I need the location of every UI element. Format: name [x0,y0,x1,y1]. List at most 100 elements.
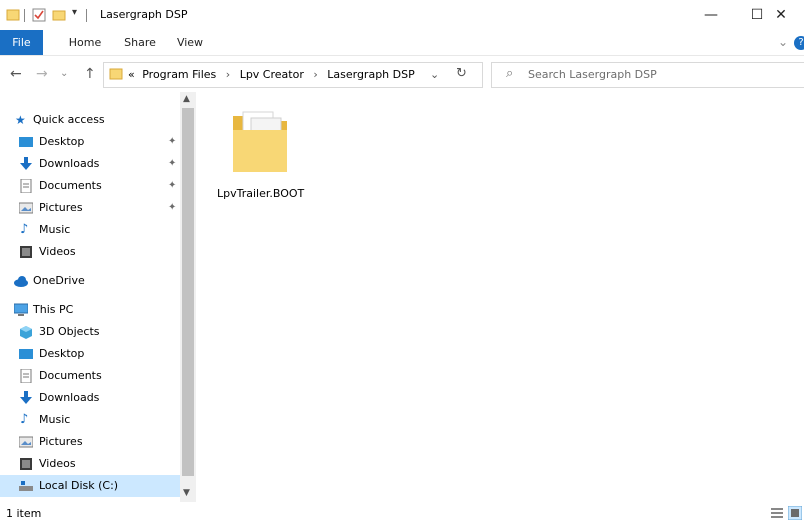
tab-share[interactable]: Share [118,30,162,55]
sidebar-item-downloads[interactable]: Downloads [0,387,180,409]
large-icons-view-icon[interactable] [788,506,802,520]
sidebar-item-label: Desktop [39,347,85,360]
details-view-icon[interactable] [770,506,784,520]
address-row: ← → ⌄ ↑ « Program Files › Lpv Creator › … [0,56,804,92]
separator [86,9,87,22]
sidebar-item-label: Music [39,413,71,426]
document-icon [20,179,32,193]
folder-item[interactable]: LpvTrailer.BOOT [217,106,304,206]
sidebar-item-label: Music [39,223,71,236]
tab-view[interactable]: View [168,30,212,55]
sidebar-item-3d-objects[interactable]: 3D Objects [0,321,180,343]
sidebar-item-label: Local Disk (C:) [39,479,119,492]
sidebar-item-desktop[interactable]: Desktop [0,343,180,365]
music-icon: ♪ [20,222,29,237]
search-icon: ⌕ [506,66,514,81]
status-bar: 1 item [0,502,804,524]
pin-icon: ✦ [168,202,177,213]
document-icon [20,369,32,383]
search-placeholder: Search Lasergraph DSP [528,68,657,81]
pictures-icon [19,202,33,214]
sidebar-item-desktop[interactable]: Desktop ✦ [0,131,180,153]
download-icon [20,391,32,404]
download-icon [20,157,32,170]
sidebar-item-label: OneDrive [33,274,85,287]
navigation-pane: ★ Quick access Desktop ✦ Downloads ✦ Doc… [0,92,196,502]
folder-icon [6,9,20,21]
sidebar-item-label: This PC [33,303,74,316]
sidebar-item-videos[interactable]: Videos [0,241,180,263]
chevron-right-icon[interactable]: › [313,68,317,81]
sidebar-item-pictures[interactable]: Pictures [0,431,180,453]
sidebar-item-label: Pictures [39,435,83,448]
chevron-right-icon[interactable]: › [226,68,230,81]
tab-file[interactable]: File [0,30,43,55]
desktop-icon [19,349,33,359]
quick-access-dropdown[interactable]: ▾ [72,7,77,18]
ribbon-tabs: File Home Share View ⌄ ? [0,30,804,56]
separator [24,9,25,22]
help-icon[interactable]: ? [794,36,804,50]
videos-icon [20,246,32,258]
desktop-icon [19,137,33,147]
scrollbar-thumb[interactable] [182,108,194,476]
back-button[interactable]: ← [10,66,22,82]
sidebar-item-pictures[interactable]: Pictures ✦ [0,197,180,219]
sidebar-item-quick-access[interactable]: ★ Quick access [0,109,180,131]
cube-icon [20,326,32,339]
computer-icon [14,303,28,316]
sidebar-item-this-pc[interactable]: This PC [0,299,180,321]
sidebar-item-downloads[interactable]: Downloads ✦ [0,153,180,175]
sidebar-item-label: Documents [39,179,102,192]
cloud-icon [14,276,28,287]
sidebar-item-documents[interactable]: Documents ✦ [0,175,180,197]
address-dropdown[interactable]: ⌄ [430,68,439,81]
minimize-button[interactable]: — [688,0,734,30]
breadcrumb-program-files[interactable]: Program Files [142,68,216,81]
pin-icon: ✦ [168,136,177,147]
star-icon: ★ [15,113,26,127]
item-count: 1 item [6,507,42,520]
sidebar-item-documents[interactable]: Documents [0,365,180,387]
address-bar[interactable]: « Program Files › Lpv Creator › Lasergra… [103,62,483,88]
sidebar-item-label: Pictures [39,201,83,214]
sidebar-item-label: Videos [39,245,76,258]
forward-button[interactable]: → [36,66,48,82]
folder-icon [233,111,287,172]
tab-home[interactable]: Home [63,30,107,55]
sidebar-item-label: Downloads [39,157,100,170]
close-button[interactable]: ✕ [758,0,804,30]
sidebar-item-label: Documents [39,369,102,382]
scroll-up-icon[interactable]: ▲ [183,94,190,104]
title-bar: ▾ Lasergraph DSP — ☐ ✕ [0,0,804,30]
sidebar-item-music[interactable]: ♪ Music [0,409,180,431]
pin-icon: ✦ [168,158,177,169]
sidebar-scrollbar[interactable]: ▲ ▼ [180,92,196,502]
pin-icon: ✦ [168,180,177,191]
drive-icon [19,481,33,491]
music-icon: ♪ [20,412,29,427]
search-input[interactable]: ⌕ Search Lasergraph DSP [491,62,804,88]
ribbon-expand-icon[interactable]: ⌄ [778,35,788,49]
breadcrumb: « Program Files › Lpv Creator › Lasergra… [128,63,415,87]
sidebar-item-music[interactable]: ♪ Music [0,219,180,241]
new-folder-icon[interactable] [52,8,66,22]
sidebar-item-label: Videos [39,457,76,470]
sidebar-item-label: Desktop [39,135,85,148]
sidebar-item-onedrive[interactable]: OneDrive [0,270,180,292]
up-button[interactable]: ↑ [84,66,96,82]
file-list: LpvTrailer.BOOT [197,92,804,502]
refresh-button[interactable]: ↻ [456,66,467,81]
recent-locations-dropdown[interactable]: ⌄ [60,68,68,79]
properties-icon[interactable] [32,8,46,22]
pictures-icon [19,436,33,448]
scroll-down-icon[interactable]: ▼ [183,488,190,498]
sidebar-item-label: Quick access [33,113,105,126]
sidebar-item-label: 3D Objects [39,325,100,338]
breadcrumb-lasergraph-dsp[interactable]: Lasergraph DSP [327,68,414,81]
sidebar-item-label: Downloads [39,391,100,404]
sidebar-item-videos[interactable]: Videos [0,453,180,475]
sidebar-item-local-disk[interactable]: Local Disk (C:) [0,475,180,497]
breadcrumb-overflow[interactable]: « [128,68,135,81]
breadcrumb-lpv-creator[interactable]: Lpv Creator [240,68,304,81]
